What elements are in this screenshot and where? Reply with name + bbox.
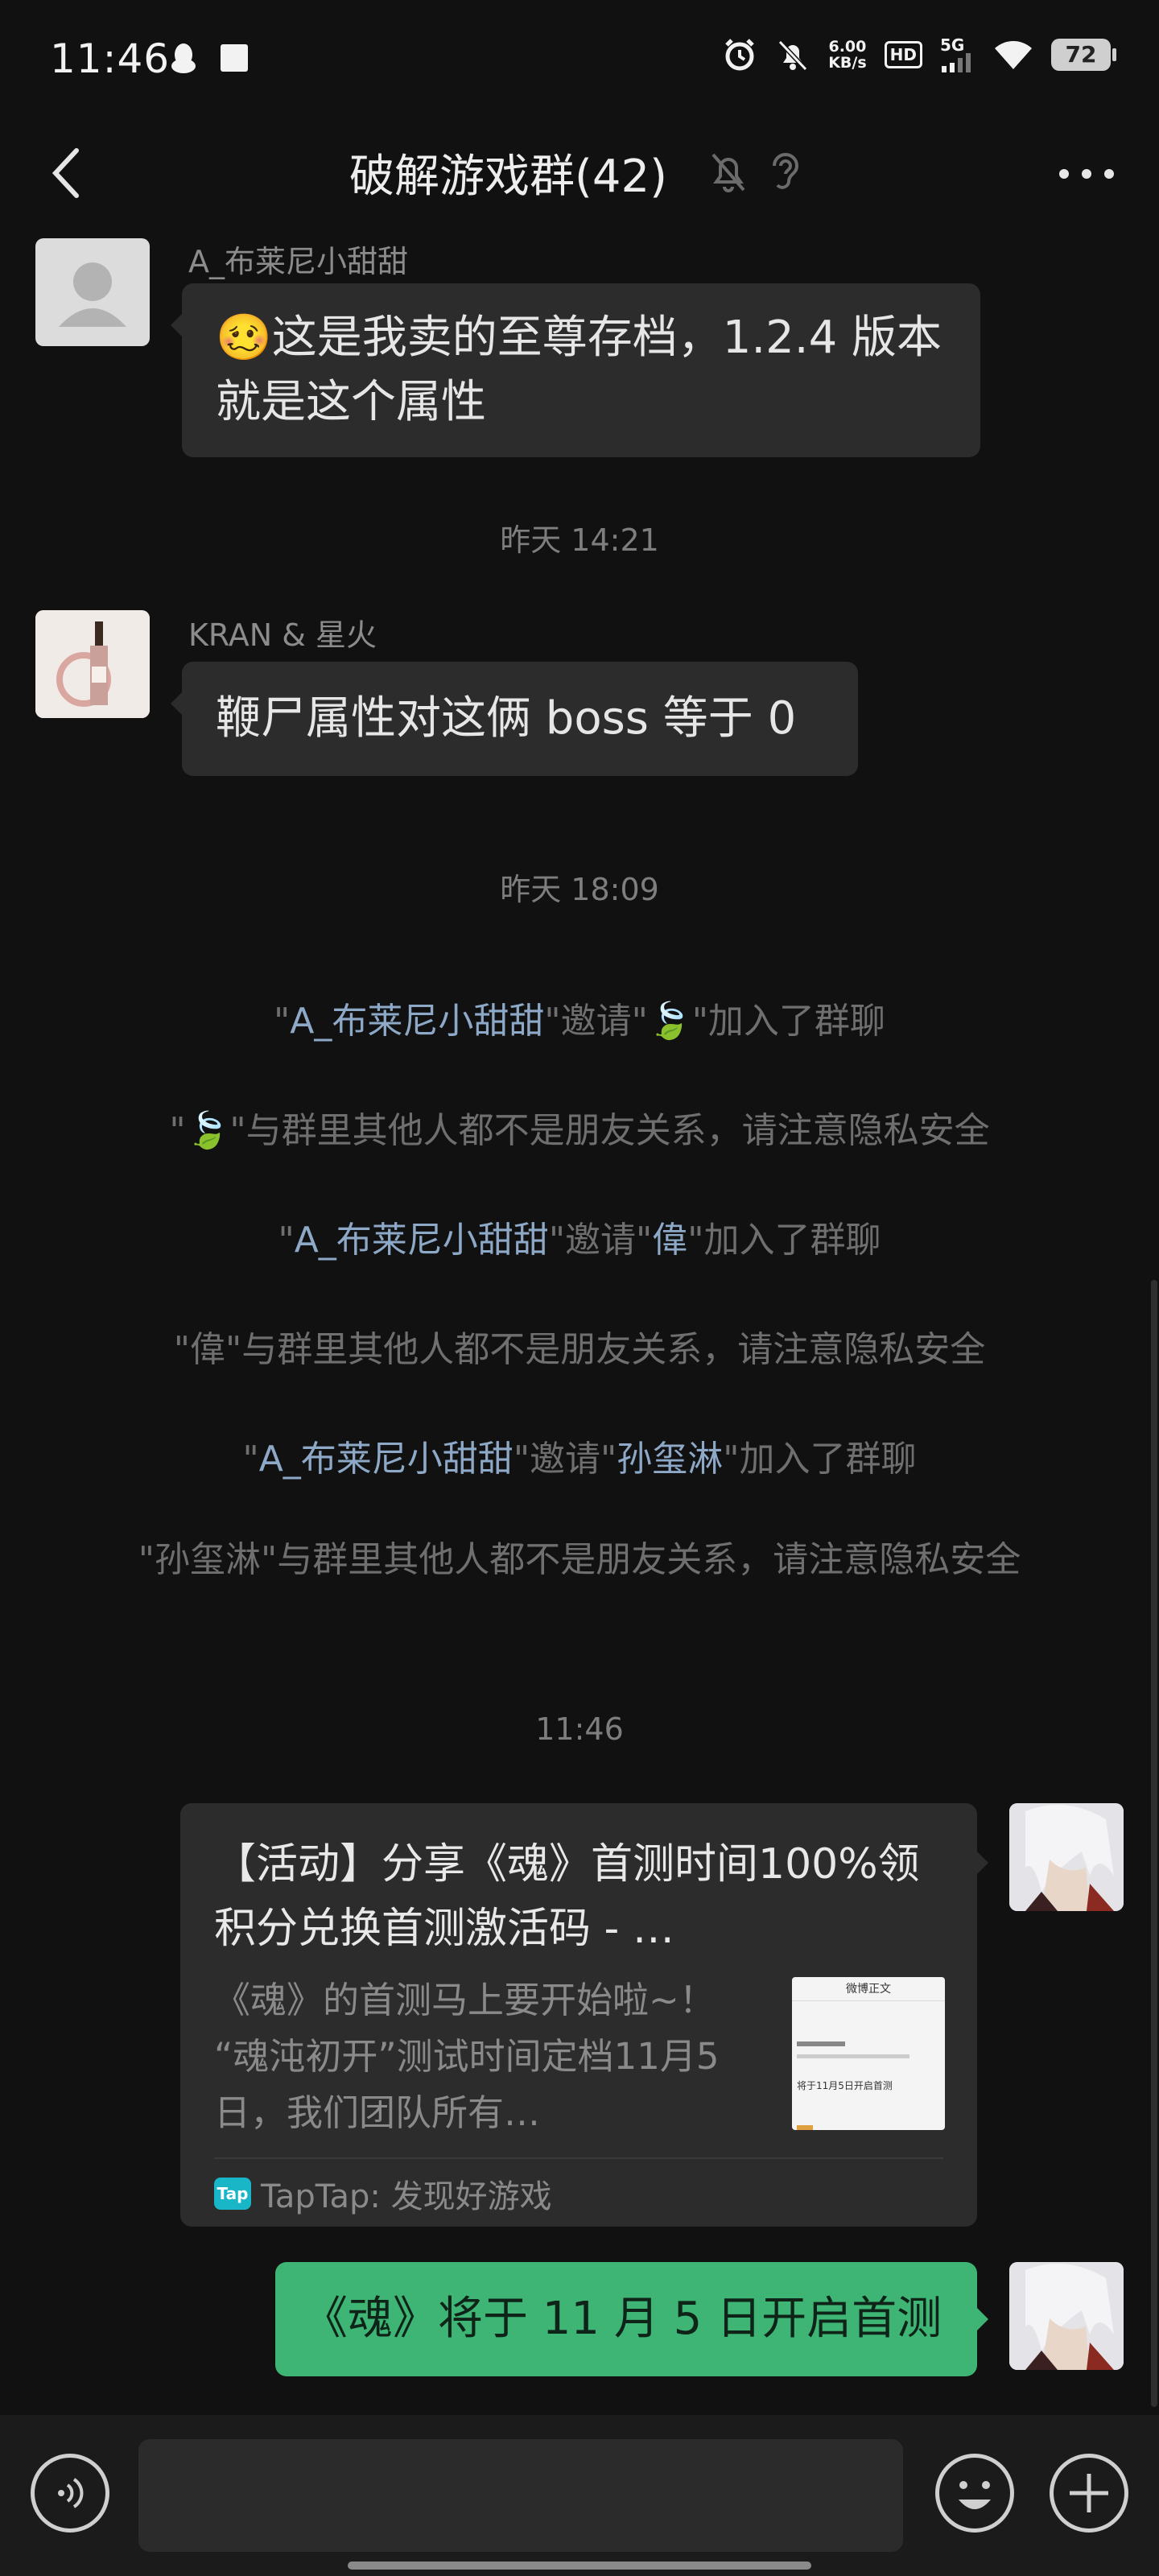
message-text: 这是我卖的至尊存档，1.2.4 版本就是这个属性 xyxy=(216,312,942,428)
more-button[interactable] xyxy=(1054,150,1119,198)
notification-square-icon xyxy=(221,44,248,72)
more-dots-icon xyxy=(1059,169,1114,179)
champagne-bottle-image xyxy=(35,610,150,718)
system-message: "A_布莱尼小甜甜"邀请"🍃"加入了群聊 xyxy=(0,992,1159,1043)
plus-icon xyxy=(1070,2474,1108,2512)
cellular-signal: 5G xyxy=(940,37,975,72)
time-separator: 昨天 18:09 xyxy=(500,872,659,907)
sender-name: KRAN & 星火 xyxy=(188,617,377,653)
member-link[interactable]: 偉 xyxy=(652,1220,687,1261)
ear-icon xyxy=(773,153,799,189)
status-bar: 11:46 6.00 KB/s HD 5G 72 xyxy=(0,0,1159,121)
taptap-logo-icon: Tap xyxy=(214,2178,251,2210)
card-source: Tap TapTap: 发现好游戏 xyxy=(214,2170,552,2217)
message-bubble[interactable]: 🥴这是我卖的至尊存档，1.2.4 版本就是这个属性 xyxy=(171,283,980,457)
chat-title: 破解游戏群(42) xyxy=(349,151,667,203)
plus-button[interactable] xyxy=(1050,2454,1128,2533)
hd-badge: HD xyxy=(884,41,922,68)
thumbnail-line xyxy=(797,2054,909,2058)
system-message: "A_布莱尼小甜甜"邀请"孙玺淋"加入了群聊 xyxy=(0,1430,1159,1481)
avatar-self[interactable] xyxy=(1009,2262,1124,2370)
status-right-icons: 6.00 KB/s HD 5G 72 xyxy=(722,37,1116,72)
time-separator: 昨天 14:21 xyxy=(500,522,659,558)
battery-indicator: 72 xyxy=(1051,39,1116,71)
network-type: 5G xyxy=(940,35,965,55)
member-link[interactable]: A_布莱尼小甜甜 xyxy=(290,1001,544,1042)
time-separator: 11:46 xyxy=(535,1711,624,1747)
member-link[interactable]: A_布莱尼小甜甜 xyxy=(259,1439,514,1480)
member-link[interactable]: A_布莱尼小甜甜 xyxy=(295,1220,549,1261)
input-bar xyxy=(0,2415,1159,2576)
alarm-icon xyxy=(725,39,754,71)
sys-text: "邀请" xyxy=(548,1220,653,1261)
avatar-self[interactable] xyxy=(1009,1803,1124,1911)
default-avatar-icon xyxy=(59,262,126,327)
message-input[interactable] xyxy=(138,2439,903,2552)
card-divider xyxy=(214,2157,943,2159)
system-message: "孙玺淋"与群里其他人都不是朋友关系，请注意隐私安全 xyxy=(138,1539,1021,1580)
qq-penguin-icon xyxy=(171,43,196,73)
avatar-kran[interactable] xyxy=(35,610,150,718)
thumbnail-text: 将于11月5日开启首测 xyxy=(797,2080,893,2091)
thumbnail-line xyxy=(797,2041,845,2046)
anime-character-avatar xyxy=(1009,2262,1124,2370)
mute-bell-icon xyxy=(711,153,745,192)
sys-text: "邀请" xyxy=(513,1439,617,1480)
thumbnail-header: 微博正文 xyxy=(792,1977,945,2001)
member-link[interactable]: 🍃 xyxy=(648,1001,692,1042)
sys-text: " xyxy=(242,1439,259,1480)
system-message: "偉"与群里其他人都不是朋友关系，请注意隐私安全 xyxy=(173,1329,986,1370)
signal-bars-icon xyxy=(942,53,971,72)
sys-text: "邀请" xyxy=(544,1001,648,1042)
self-message-bubble[interactable]: 《魂》将于 11 月 5 日开启首测 xyxy=(275,2262,988,2376)
voice-icon xyxy=(58,2478,84,2508)
scrollbar[interactable] xyxy=(1151,1280,1157,2407)
system-message: "A_布莱尼小甜甜"邀请"偉"加入了群聊 xyxy=(0,1211,1159,1262)
status-time: 11:46 xyxy=(50,35,171,82)
card-title: 【活动】分享《魂》首测时间100%领积分兑换首测激活码 - … xyxy=(214,1840,920,1953)
message-bubble[interactable]: 鞭尸属性对这俩 boss 等于 0 xyxy=(171,662,858,776)
message-text: 鞭尸属性对这俩 boss 等于 0 xyxy=(216,692,797,745)
network-speed-unit: KB/s xyxy=(828,54,867,72)
emoji: 🥴 xyxy=(216,312,272,364)
back-button[interactable] xyxy=(39,145,95,201)
member-link[interactable]: 孙玺淋 xyxy=(617,1439,723,1480)
avatar-a-bulaini[interactable] xyxy=(35,238,150,346)
system-message: "🍃"与群里其他人都不是朋友关系，请注意隐私安全 xyxy=(0,1101,1159,1153)
card-source-label: TapTap: 发现好游戏 xyxy=(261,2178,552,2215)
card-description: 《魂》的首测马上要开始啦~！ “魂沌初开”测试时间定档11月5日，我们团队所有… xyxy=(214,1979,720,2134)
sys-text: "与群里其他人都不是朋友关系，请注意隐私安全 xyxy=(229,1110,990,1151)
header-status-icons xyxy=(708,150,802,193)
chat-header: 破解游戏群(42) xyxy=(0,121,1159,225)
network-speed-value: 6.00 xyxy=(828,38,867,56)
thumbnail-line xyxy=(797,2125,813,2130)
emoji-icon xyxy=(959,2481,991,2509)
status-left-icons xyxy=(169,42,250,74)
sys-text: "加入了群聊 xyxy=(691,1001,885,1042)
sys-text: "加入了群聊 xyxy=(687,1220,881,1261)
anime-character-avatar xyxy=(1009,1803,1124,1911)
sys-text: " xyxy=(169,1110,186,1151)
network-speed: 6.00 KB/s xyxy=(828,39,866,71)
wifi-icon xyxy=(995,41,1032,69)
message-text: 《魂》将于 11 月 5 日开启首测 xyxy=(303,2293,942,2345)
silent-bell-icon xyxy=(778,39,808,72)
sys-text: "加入了群聊 xyxy=(723,1439,917,1480)
sender-name: A_布莱尼小甜甜 xyxy=(188,244,408,279)
link-card[interactable]: 【活动】分享《魂》首测时间100%领积分兑换首测激活码 - … 《魂》的首测马上… xyxy=(180,1803,988,2227)
sys-text: " xyxy=(278,1220,295,1261)
sys-text: " xyxy=(274,1001,291,1042)
member-link[interactable]: 🍃 xyxy=(186,1110,230,1151)
emoji-button[interactable] xyxy=(935,2454,1014,2533)
home-indicator[interactable] xyxy=(348,2562,811,2570)
card-thumbnail: 微博正文 将于11月5日开启首测 xyxy=(792,1977,945,2130)
back-arrow-icon xyxy=(52,148,79,198)
voice-button[interactable] xyxy=(31,2454,109,2533)
